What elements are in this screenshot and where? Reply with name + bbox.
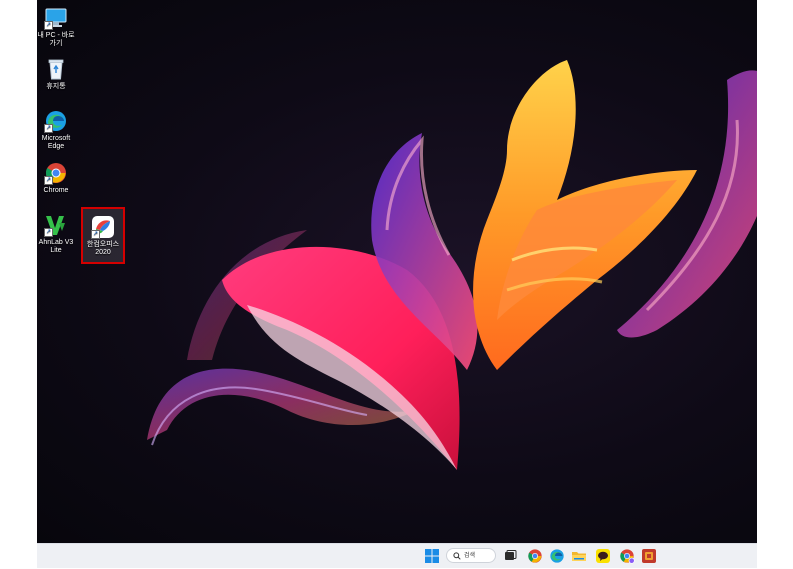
hancom-icon[interactable] [641, 548, 657, 564]
desktop-icon-hancom-office[interactable]: ↗ 한컴오피스 2020 [81, 207, 125, 264]
desktop-icon-chrome[interactable]: ↗ Chrome [37, 161, 78, 195]
kakaotalk-icon[interactable] [595, 548, 611, 564]
chrome-profile-icon[interactable] [619, 548, 635, 564]
search-placeholder: 검색 [464, 553, 476, 559]
start-icon[interactable] [424, 548, 440, 564]
file-explorer-icon[interactable] [571, 548, 587, 564]
desktop-icon-label: Microsoft Edge [41, 135, 71, 150]
desktop-icon-label: 휴지통 [46, 83, 66, 90]
shortcut-arrow-icon: ↗ [91, 230, 100, 239]
search-icon [453, 552, 461, 567]
ahnlab-v3-icon: ↗ [44, 213, 68, 237]
desktop-icon-label: AhnLab V3 Lite [38, 239, 74, 254]
monitor-icon: ↗ [44, 6, 68, 30]
chrome-icon[interactable] [527, 548, 543, 564]
shortcut-arrow-icon: ↗ [44, 228, 53, 237]
chrome-icon: ↗ [44, 161, 68, 185]
shortcut-arrow-icon: ↗ [44, 176, 53, 185]
desktop-icon-this-pc[interactable]: ↗ 내 PC - 바로 가기 [37, 6, 78, 48]
desktop-icon-recycle-bin[interactable]: 휴지통 [37, 57, 78, 91]
hancom-office-icon: ↗ [91, 215, 115, 239]
desktop-icon-edge[interactable]: ↗ Microsoft Edge [37, 109, 78, 151]
desktop-icon-label: 내 PC - 바로 가기 [37, 32, 75, 47]
wallpaper [147, 60, 757, 470]
shortcut-arrow-icon: ↗ [44, 124, 53, 133]
taskbar: 검색 [37, 543, 757, 568]
edge-icon: ↗ [44, 109, 68, 133]
desktop-icon-label: Chrome [43, 187, 69, 194]
taskbar-search-box[interactable]: 검색 [446, 548, 496, 563]
recycle-bin-icon [44, 57, 68, 81]
desktop[interactable]: ↗ 내 PC - 바로 가기 휴지통 ↗ Microsoft Edge ↗ Ch… [37, 0, 757, 543]
task-view-icon[interactable] [502, 548, 518, 564]
shortcut-arrow-icon: ↗ [44, 21, 53, 30]
desktop-icon-ahnlab-v3[interactable]: ↗ AhnLab V3 Lite [37, 213, 78, 255]
desktop-icon-label: 한컴오피스 2020 [86, 241, 120, 256]
edge-icon[interactable] [549, 548, 565, 564]
